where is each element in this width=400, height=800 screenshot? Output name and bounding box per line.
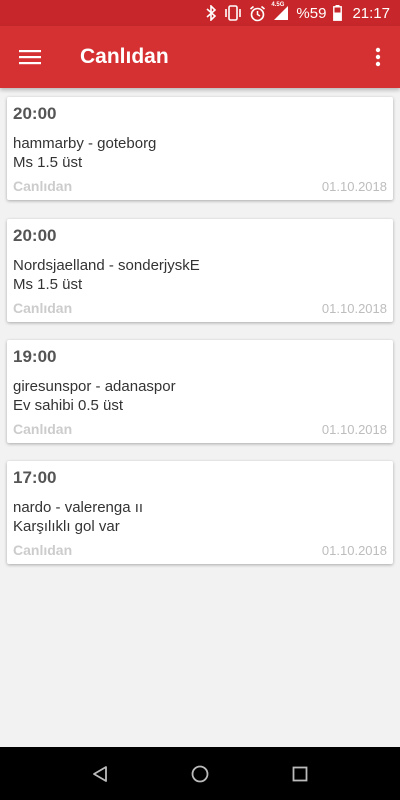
signal-icon: 4.5G — [271, 2, 289, 21]
tip-prediction: Karşılıklı gol var — [13, 518, 120, 535]
tip-time: 20:00 — [13, 226, 57, 245]
network-type-label: 4.5G — [271, 2, 285, 8]
tip-source: Canlıdan — [13, 300, 73, 316]
tip-date: 01.10.2018 — [321, 179, 387, 194]
tip-match: hammarby - goteborg — [13, 135, 157, 152]
clock: 21:17 — [352, 4, 390, 22]
tip-source: Canlıdan — [13, 178, 73, 194]
tip-date: 01.10.2018 — [321, 301, 387, 316]
tip-date: 01.10.2018 — [321, 543, 387, 558]
tip-time: 20:00 — [13, 104, 57, 123]
more-vert-icon — [375, 47, 381, 67]
tip-time: 17:00 — [13, 468, 57, 487]
recents-button[interactable] — [250, 747, 350, 800]
alarm-icon — [249, 5, 266, 22]
page-title: Canlıdan — [80, 45, 169, 68]
back-button[interactable] — [50, 747, 150, 800]
tip-prediction: Ms 1.5 üst — [13, 154, 83, 171]
system-nav-bar — [0, 747, 400, 800]
recents-icon — [292, 766, 308, 781]
tip-source: Canlıdan — [13, 421, 73, 437]
menu-button[interactable] — [0, 26, 60, 88]
home-icon — [191, 765, 209, 782]
tip-prediction: Ev sahibi 0.5 üst — [13, 397, 124, 414]
tip-card[interactable]: 17:00 nardo - valerenga ıı Karşılıklı go… — [7, 461, 393, 564]
tip-card[interactable]: 20:00 hammarby - goteborg Ms 1.5 üst Can… — [7, 97, 393, 200]
battery-icon — [333, 5, 343, 21]
tip-card[interactable]: 19:00 giresunspor - adanaspor Ev sahibi … — [7, 340, 393, 443]
tip-match: giresunspor - adanaspor — [13, 378, 176, 395]
app-bar: Canlıdan — [0, 26, 400, 88]
bluetooth-icon — [206, 5, 217, 21]
tip-time: 19:00 — [13, 347, 57, 366]
battery-percent: %59 — [296, 4, 327, 22]
tip-source: Canlıdan — [13, 542, 73, 558]
more-options-button[interactable] — [356, 26, 400, 88]
tip-prediction: Ms 1.5 üst — [13, 276, 83, 293]
tip-card[interactable]: 20:00 Nordsjaelland - sonderjyskE Ms 1.5… — [7, 219, 393, 322]
status-bar: 4.5G %59 21:17 — [0, 0, 400, 26]
tip-match: nardo - valerenga ıı — [13, 499, 144, 516]
vibrate-icon — [224, 5, 242, 21]
home-button[interactable] — [150, 747, 250, 800]
hamburger-icon — [19, 50, 41, 65]
tip-date: 01.10.2018 — [321, 422, 387, 437]
back-icon — [93, 765, 107, 782]
tip-match: Nordsjaelland - sonderjyskE — [13, 257, 200, 274]
